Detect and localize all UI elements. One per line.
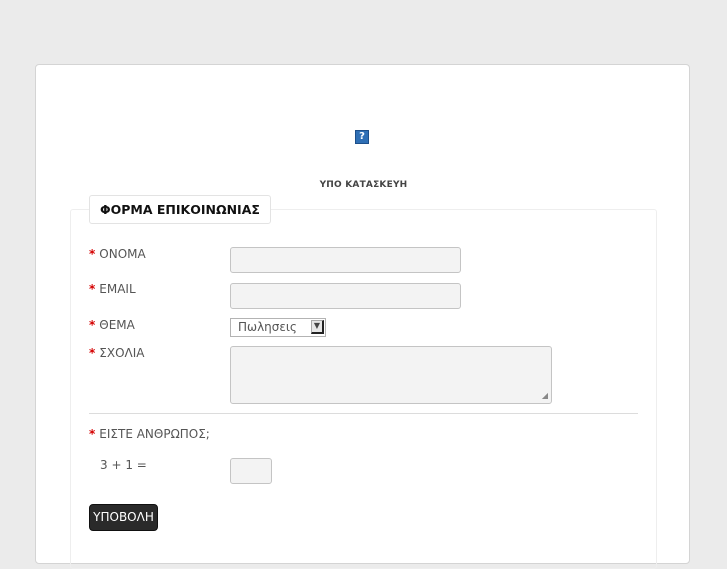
required-mark: * [89,318,96,332]
resize-grip-icon[interactable]: ◢ [542,392,548,400]
captcha-question: 3 + 1 = [100,458,147,472]
section-divider [89,413,638,414]
comments-textarea[interactable]: ◢ [230,346,552,404]
email-label-text: EMAIL [99,282,136,296]
required-mark: * [89,427,96,441]
required-mark: * [89,282,96,296]
chevron-down-icon[interactable]: ▼ [311,320,324,334]
required-mark: * [89,247,96,261]
required-mark: * [89,346,96,360]
comments-label-text: ΣΧΟΛΙΑ [99,346,145,360]
email-input[interactable] [230,283,461,309]
subject-select[interactable]: Πωλησεις ▼ [230,318,326,337]
name-label-text: ΟΝΟΜΑ [99,247,146,261]
captcha-answer-input[interactable] [230,458,272,484]
broken-image-icon: ? [355,130,369,144]
subject-selected-value: Πωλησεις [238,320,297,334]
captcha-label: * ΕΙΣΤΕ ΑΝΘΡΩΠΟΣ; [89,427,210,441]
comments-label: * ΣΧΟΛΙΑ [89,346,145,360]
captcha-label-text: ΕΙΣΤΕ ΑΝΘΡΩΠΟΣ; [99,427,210,441]
under-construction-notice: ΥΠΟ ΚΑΤΑΣΚΕΥΗ [319,180,408,190]
name-input[interactable] [230,247,461,273]
email-label: * EMAIL [89,282,136,296]
subject-label-text: ΘΕΜΑ [99,318,135,332]
subject-label: * ΘΕΜΑ [89,318,135,332]
name-label: * ΟΝΟΜΑ [89,247,146,261]
contact-form-legend: ΦΟΡΜΑ ΕΠΙΚΟΙΝΩΝΙΑΣ [89,195,271,224]
submit-button[interactable]: ΥΠΟΒΟΛΗ [89,504,158,531]
